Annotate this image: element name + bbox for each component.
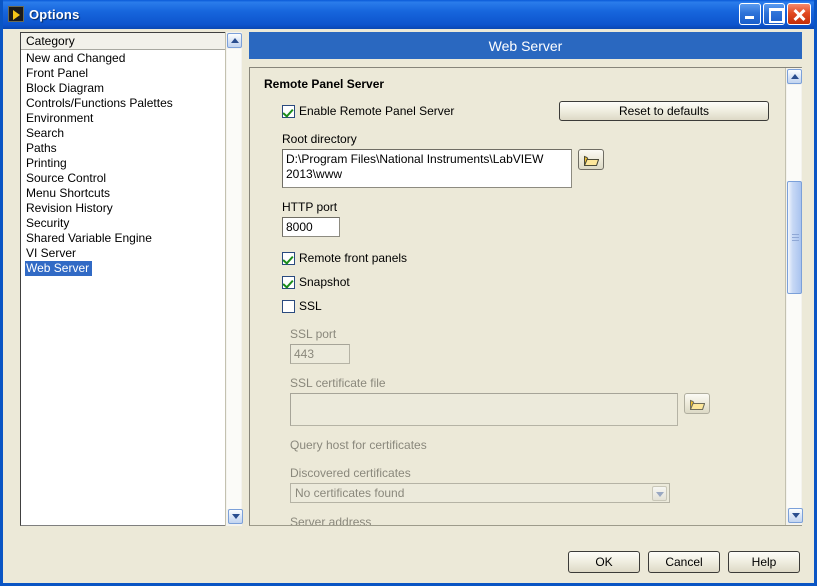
window-controls <box>739 3 811 25</box>
sidebar-item-search[interactable]: Search <box>26 126 66 141</box>
folder-open-icon <box>690 399 705 410</box>
scroll-down-icon[interactable] <box>788 508 803 523</box>
checkbox-check-icon <box>282 251 295 265</box>
scroll-up-icon[interactable] <box>227 33 242 48</box>
remote-front-panels-checkbox[interactable]: Remote front panels <box>282 249 407 267</box>
sidebar-item-block-diagram[interactable]: Block Diagram <box>26 81 106 96</box>
category-list-panel: Category New and Changed Front Panel Block… <box>20 32 242 526</box>
sidebar-item-environment[interactable]: Environment <box>26 111 95 126</box>
checkbox-check-icon <box>282 104 295 118</box>
options-dialog-window: Options Category New and Changed Front Pa… <box>0 0 817 586</box>
enable-remote-panel-server-checkbox[interactable]: Enable Remote Panel Server <box>282 102 454 120</box>
minimize-button[interactable] <box>739 3 761 25</box>
cancel-button[interactable]: Cancel <box>648 551 720 573</box>
dialog-footer: OK Cancel Help <box>568 551 800 573</box>
page-title: Web Server <box>249 32 802 59</box>
settings-panel-content: Remote Panel Server Enable Remote Panel … <box>250 68 785 526</box>
http-port-label: HTTP port <box>282 200 338 214</box>
enable-remote-panel-server-label: Enable Remote Panel Server <box>299 104 455 118</box>
ssl-checkbox[interactable]: SSL <box>282 297 322 315</box>
help-button[interactable]: Help <box>728 551 800 573</box>
discovered-certificates-dropdown: No certificates found <box>290 483 670 503</box>
sidebar-item-security[interactable]: Security <box>26 216 71 231</box>
ok-button[interactable]: OK <box>568 551 640 573</box>
sidebar-item-shared-variable-engine[interactable]: Shared Variable Engine <box>26 231 154 246</box>
checkbox-check-icon <box>282 275 295 289</box>
root-directory-browse-button[interactable] <box>578 149 604 170</box>
reset-to-defaults-button[interactable]: Reset to defaults <box>559 101 769 121</box>
category-list[interactable]: New and Changed Front Panel Block Diagram C… <box>21 50 241 276</box>
server-address-label: Server address <box>290 515 372 526</box>
sidebar-item-vi-server[interactable]: VI Server <box>26 246 78 261</box>
discovered-certificates-value: No certificates found <box>295 486 405 500</box>
labview-icon <box>8 6 24 22</box>
settings-scroll-track[interactable] <box>787 85 801 508</box>
ssl-certificate-file-label: SSL certificate file <box>290 376 386 390</box>
settings-panel: Remote Panel Server Enable Remote Panel … <box>249 67 802 526</box>
root-directory-label: Root directory <box>282 132 357 146</box>
category-column-header: Category <box>21 33 227 50</box>
sidebar-item-new-and-changed[interactable]: New and Changed <box>26 51 127 66</box>
discovered-certificates-label: Discovered certificates <box>290 466 411 480</box>
maximize-button[interactable] <box>763 3 785 25</box>
sidebar-item-paths[interactable]: Paths <box>26 141 59 156</box>
dialog-client-area: Category New and Changed Front Panel Block… <box>3 29 814 583</box>
folder-open-icon <box>584 155 599 166</box>
close-button[interactable] <box>787 3 811 25</box>
title-bar: Options <box>3 0 814 29</box>
sidebar-item-source-control[interactable]: Source Control <box>26 171 108 186</box>
remote-front-panels-label: Remote front panels <box>299 251 408 265</box>
sidebar-item-menu-shortcuts[interactable]: Menu Shortcuts <box>26 186 112 201</box>
scroll-down-icon[interactable] <box>228 509 243 524</box>
query-host-for-certificates-label: Query host for certificates <box>290 438 427 452</box>
content-area: Web Server Remote Panel Server Enable Re… <box>249 32 803 526</box>
ssl-certificate-browse-button <box>684 393 710 414</box>
scroll-up-icon[interactable] <box>787 69 802 84</box>
root-directory-input[interactable]: D:\Program Files\National Instruments\La… <box>282 149 572 188</box>
sidebar-item-printing[interactable]: Printing <box>26 156 69 171</box>
ssl-port-label: SSL port <box>290 327 337 341</box>
ssl-label: SSL <box>299 299 322 313</box>
window-title: Options <box>29 6 80 22</box>
snapshot-label: Snapshot <box>299 275 350 289</box>
settings-scroll-thumb[interactable] <box>787 181 802 294</box>
sidebar-item-web-server[interactable]: Web Server <box>25 261 93 276</box>
ssl-certificate-file-input <box>290 393 678 426</box>
category-scroll-track[interactable] <box>227 49 241 509</box>
snapshot-checkbox[interactable]: Snapshot <box>282 273 350 291</box>
sidebar-item-revision-history[interactable]: Revision History <box>26 201 115 216</box>
sidebar-item-front-panel[interactable]: Front Panel <box>26 66 90 81</box>
http-port-input[interactable]: 8000 <box>282 217 340 237</box>
sidebar-item-controls-functions-palettes[interactable]: Controls/Functions Palettes <box>26 96 175 111</box>
group-title: Remote Panel Server <box>264 77 385 91</box>
settings-panel-scrollbar[interactable] <box>785 68 803 525</box>
category-list-scrollbar[interactable] <box>225 32 243 526</box>
ssl-port-input: 443 <box>290 344 350 364</box>
checkbox-empty-icon <box>282 299 295 313</box>
chevron-down-icon <box>652 486 667 501</box>
